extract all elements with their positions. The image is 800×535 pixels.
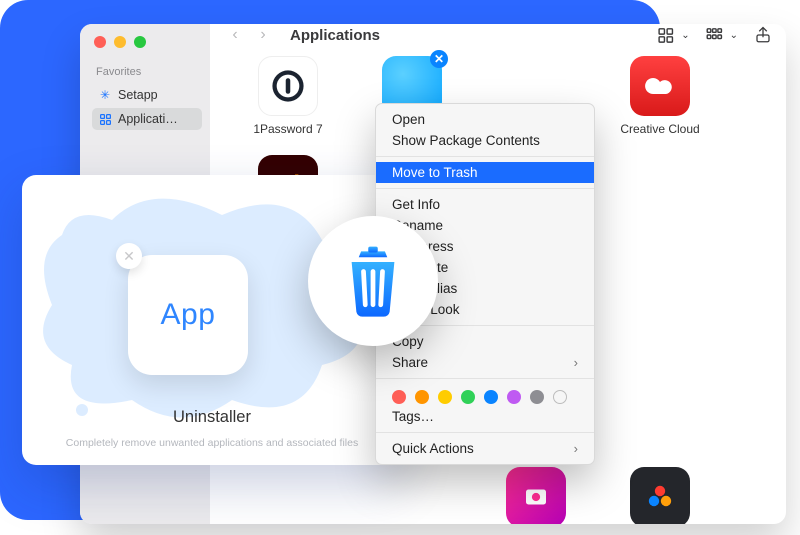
tag-green[interactable]	[461, 390, 475, 404]
applications-icon	[98, 112, 112, 126]
app-item[interactable]: Lightroom	[488, 467, 584, 524]
chevron-down-icon: ⌄	[730, 30, 738, 41]
sidebar-item-applications[interactable]: Applicati…	[92, 108, 202, 130]
close-window-button[interactable]	[94, 36, 106, 48]
app-item[interactable]: DaVinci Resolve	[612, 467, 708, 524]
tag-gray[interactable]	[530, 390, 544, 404]
finder-toolbar: ‹ › Applications ⌄ ⌄	[210, 24, 786, 46]
chevron-down-icon: ⌄	[681, 30, 689, 41]
chevron-right-icon	[574, 355, 578, 370]
menu-separator	[376, 432, 594, 433]
trash-icon	[335, 243, 411, 319]
remove-badge-icon[interactable]: ✕	[430, 50, 448, 68]
menu-separator	[376, 378, 594, 379]
tag-orange[interactable]	[415, 390, 429, 404]
menu-item-show-package-contents[interactable]: Show Package Contents	[376, 130, 594, 151]
minimize-window-button[interactable]	[114, 36, 126, 48]
tag-red[interactable]	[392, 390, 406, 404]
window-controls	[92, 36, 202, 48]
trash-highlight	[308, 216, 438, 346]
creative-cloud-icon	[630, 56, 690, 116]
sidebar-item-label: Applicati…	[118, 112, 178, 126]
app-tile: App	[128, 255, 248, 375]
chevron-right-icon	[574, 441, 578, 456]
1password-icon	[258, 56, 318, 116]
menu-separator	[376, 188, 594, 189]
menu-item-share[interactable]: Share	[376, 352, 594, 373]
davinci-resolve-icon	[630, 467, 690, 524]
sidebar-item-label: Setapp	[118, 88, 158, 102]
menu-item-open[interactable]: Open	[376, 109, 594, 130]
menu-item-tags[interactable]: Tags…	[376, 406, 594, 427]
card-title: Uninstaller	[22, 408, 402, 427]
menu-item-get-info[interactable]: Get Info	[376, 194, 594, 215]
tag-color-row	[376, 384, 594, 406]
app-tile-label: App	[161, 298, 216, 332]
tag-yellow[interactable]	[438, 390, 452, 404]
share-button[interactable]	[754, 26, 772, 44]
sidebar-item-setapp[interactable]: ✳ Setapp	[92, 84, 202, 106]
sidebar-section-header: Favorites	[96, 66, 202, 78]
app-item[interactable]: Creative Cloud	[612, 56, 708, 137]
setapp-icon: ✳	[98, 88, 112, 102]
forward-button[interactable]: ›	[252, 24, 274, 46]
lightroom-icon	[506, 467, 566, 524]
fullscreen-window-button[interactable]	[134, 36, 146, 48]
app-item[interactable]: 1Password 7	[240, 56, 336, 137]
menu-separator	[376, 156, 594, 157]
tag-blue[interactable]	[484, 390, 498, 404]
tag-purple[interactable]	[507, 390, 521, 404]
app-label: 1Password 7	[253, 122, 322, 137]
view-mode-control[interactable]: ⌄	[657, 27, 689, 43]
app-label: Creative Cloud	[620, 122, 699, 137]
card-subtitle: Completely remove unwanted applications …	[22, 437, 402, 449]
tag-none[interactable]	[553, 390, 567, 404]
menu-item-move-to-trash[interactable]: Move to Trash	[376, 162, 594, 183]
back-button[interactable]: ‹	[224, 24, 246, 46]
group-by-control[interactable]: ⌄	[706, 27, 738, 43]
remove-app-button[interactable]: ✕	[116, 243, 142, 269]
menu-item-quick-actions[interactable]: Quick Actions	[376, 438, 594, 459]
window-title: Applications	[290, 27, 380, 44]
